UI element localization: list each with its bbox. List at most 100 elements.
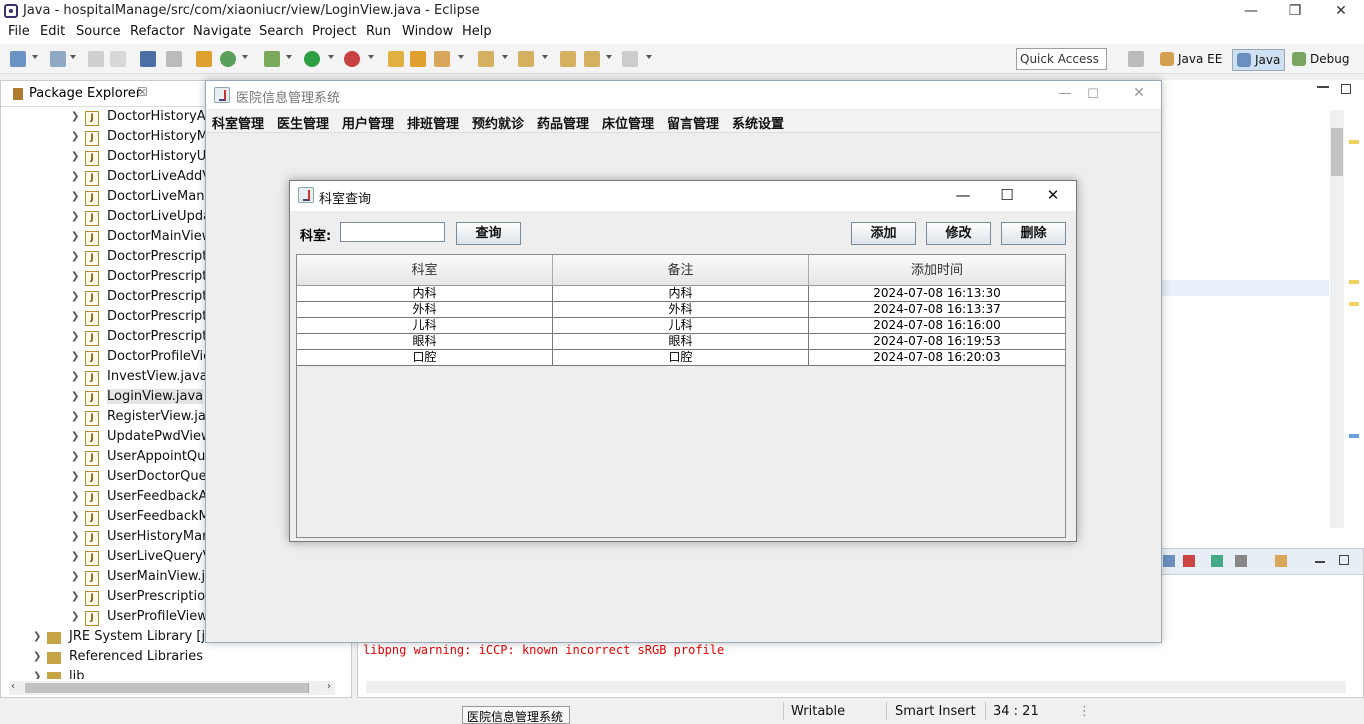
- menu-department[interactable]: 科室管理: [212, 113, 264, 132]
- dialog-maximize-button[interactable]: ☐: [984, 181, 1030, 211]
- menu-doctor[interactable]: 医生管理: [277, 113, 329, 132]
- table-row[interactable]: 口腔 口腔 2024-07-08 16:20:03: [297, 350, 1065, 366]
- menu-window[interactable]: Window: [402, 24, 453, 39]
- perspective-java[interactable]: Java: [1232, 49, 1286, 71]
- expand-arrow-icon[interactable]: ❯: [71, 491, 79, 502]
- expand-arrow-icon[interactable]: ❯: [71, 171, 79, 182]
- minimize-view-icon[interactable]: [1317, 86, 1329, 88]
- table-row[interactable]: 内科 内科 2024-07-08 16:13:30: [297, 286, 1065, 302]
- remove-launch-icon[interactable]: [1183, 555, 1195, 567]
- menu-help[interactable]: Help: [462, 24, 492, 39]
- perspective-java-ee[interactable]: Java EE: [1156, 49, 1226, 71]
- expand-arrow-icon[interactable]: ❯: [71, 451, 79, 462]
- column-header-department[interactable]: 科室: [297, 255, 553, 286]
- expand-arrow-icon[interactable]: ❯: [71, 571, 79, 582]
- forward-icon[interactable]: [622, 51, 638, 67]
- taskbar-window-button[interactable]: 医院信息管理系统: [462, 706, 570, 724]
- expand-arrow-icon[interactable]: ❯: [71, 371, 79, 382]
- expand-arrow-icon[interactable]: ❯: [71, 131, 79, 142]
- new-console-icon[interactable]: [1275, 555, 1287, 567]
- open-perspective-icon[interactable]: [1128, 51, 1144, 67]
- menu-edit[interactable]: Edit: [40, 24, 65, 39]
- expand-arrow-icon[interactable]: ❯: [33, 631, 41, 642]
- open-folder-icon[interactable]: [410, 51, 426, 67]
- perspective-debug[interactable]: Debug: [1288, 49, 1353, 71]
- delete-button[interactable]: 删除: [1001, 222, 1066, 245]
- expand-arrow-icon[interactable]: ❯: [71, 471, 79, 482]
- new-icon[interactable]: [10, 51, 26, 67]
- external-tools-icon[interactable]: [344, 51, 360, 67]
- expand-arrow-icon[interactable]: ❯: [71, 551, 79, 562]
- menu-search[interactable]: Search: [259, 24, 304, 39]
- expand-arrow-icon[interactable]: ❯: [71, 611, 79, 622]
- expand-arrow-icon[interactable]: ❯: [71, 351, 79, 362]
- table-row[interactable]: 眼科 眼科 2024-07-08 16:19:53: [297, 334, 1065, 350]
- menu-schedule[interactable]: 排班管理: [407, 113, 459, 132]
- dialog-close-button[interactable]: ✕: [1030, 181, 1076, 211]
- expand-arrow-icon[interactable]: ❯: [71, 311, 79, 322]
- expand-arrow-icon[interactable]: ❯: [71, 411, 79, 422]
- expand-arrow-icon[interactable]: ❯: [71, 391, 79, 402]
- save-icon[interactable]: [88, 51, 104, 67]
- expand-arrow-icon[interactable]: ❯: [71, 111, 79, 122]
- pin-console-icon[interactable]: [1163, 555, 1175, 567]
- menu-medicine[interactable]: 药品管理: [537, 113, 589, 132]
- prev-annotation-icon[interactable]: [518, 51, 534, 67]
- back-icon[interactable]: [584, 51, 600, 67]
- query-button[interactable]: 查询: [456, 222, 521, 245]
- new-package-icon[interactable]: [50, 51, 66, 67]
- status-menu-icon[interactable]: ⋮: [1078, 704, 1091, 719]
- run-icon[interactable]: [304, 51, 320, 67]
- menu-navigate[interactable]: Navigate: [193, 24, 251, 39]
- expand-arrow-icon[interactable]: ❯: [71, 531, 79, 542]
- menu-project[interactable]: Project: [312, 24, 356, 39]
- menu-message[interactable]: 留言管理: [667, 113, 719, 132]
- add-button[interactable]: 添加: [851, 222, 916, 245]
- menu-appointment[interactable]: 预约就诊: [472, 113, 524, 132]
- department-search-input[interactable]: [340, 222, 445, 242]
- expand-arrow-icon[interactable]: ❯: [71, 271, 79, 282]
- menu-settings[interactable]: 系统设置: [732, 113, 784, 132]
- menu-source[interactable]: Source: [76, 24, 121, 39]
- menu-run[interactable]: Run: [366, 24, 391, 39]
- edit-button[interactable]: 修改: [926, 222, 991, 245]
- menu-bed[interactable]: 床位管理: [602, 113, 654, 132]
- column-header-remark[interactable]: 备注: [553, 255, 809, 286]
- minimize-console-icon[interactable]: [1315, 561, 1325, 563]
- main-close-button[interactable]: ✕: [1116, 85, 1162, 101]
- expand-arrow-icon[interactable]: ❯: [71, 511, 79, 522]
- next-annotation-icon[interactable]: [478, 51, 494, 67]
- maximize-console-icon[interactable]: [1339, 555, 1349, 565]
- expand-arrow-icon[interactable]: ❯: [71, 211, 79, 222]
- open-type-icon[interactable]: [388, 51, 404, 67]
- tree-item-library[interactable]: ❯ Referenced Libraries: [1, 648, 341, 668]
- column-header-added-time[interactable]: 添加时间: [809, 255, 1065, 286]
- skip-breakpoints-icon[interactable]: [166, 51, 182, 67]
- display-console-icon[interactable]: [1235, 555, 1247, 567]
- maximize-view-icon[interactable]: [1341, 84, 1351, 94]
- pen-icon[interactable]: [434, 51, 450, 67]
- menu-refactor[interactable]: Refactor: [130, 24, 185, 39]
- expand-arrow-icon[interactable]: ❯: [71, 231, 79, 242]
- expand-arrow-icon[interactable]: ❯: [71, 331, 79, 342]
- expand-arrow-icon[interactable]: ❯: [71, 151, 79, 162]
- tree-item-library[interactable]: ❯ lib: [1, 668, 341, 679]
- table-row[interactable]: 外科 外科 2024-07-08 16:13:37: [297, 302, 1065, 318]
- save-all-icon[interactable]: [110, 51, 126, 67]
- console-horizontal-scrollbar[interactable]: [366, 681, 1346, 693]
- expand-arrow-icon[interactable]: ❯: [33, 651, 41, 662]
- expand-arrow-icon[interactable]: ❯: [71, 591, 79, 602]
- last-edit-icon[interactable]: [560, 51, 576, 67]
- editor-vertical-scrollbar[interactable]: [1330, 110, 1344, 528]
- menu-file[interactable]: File: [8, 24, 30, 39]
- expand-arrow-icon[interactable]: ❯: [71, 291, 79, 302]
- minimize-button[interactable]: —: [1228, 0, 1274, 23]
- dialog-minimize-button[interactable]: —: [940, 181, 986, 211]
- refresh-icon[interactable]: [220, 51, 236, 67]
- close-button[interactable]: ✕: [1318, 0, 1364, 23]
- restore-button[interactable]: ❐: [1272, 0, 1318, 23]
- horizontal-scrollbar[interactable]: ‹ ›: [9, 681, 335, 695]
- console-icon[interactable]: [140, 51, 156, 67]
- debug-icon[interactable]: [264, 51, 280, 67]
- main-maximize-button[interactable]: ☐: [1070, 87, 1116, 102]
